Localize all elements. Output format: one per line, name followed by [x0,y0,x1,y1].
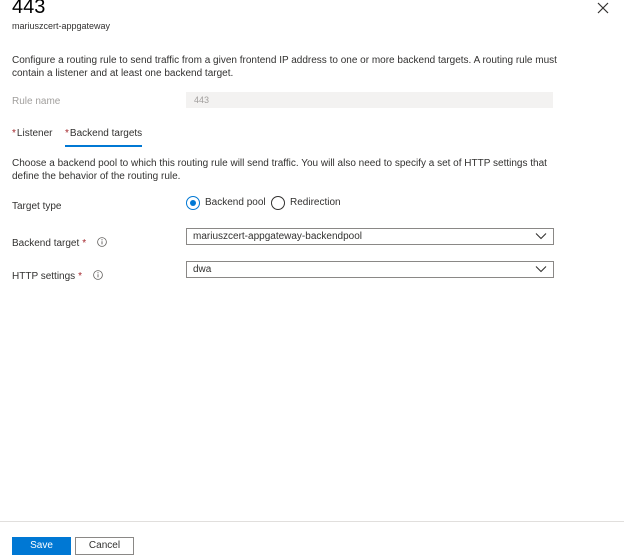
radio-label: Backend pool [205,197,266,208]
backend-target-label-text: Backend target [12,238,80,249]
dropdown-value: mariuszcert-appgateway-backendpool [193,231,362,242]
target-type-label: Target type [12,201,62,212]
footer-divider [0,521,624,522]
chevron-down-icon [535,266,547,273]
tab-label: Backend targets [69,128,143,139]
cancel-button[interactable]: Cancel [75,537,134,555]
radio-redirection[interactable]: Redirection [271,196,341,210]
radio-label: Redirection [290,197,341,208]
save-button[interactable]: Save [12,537,71,555]
dropdown-value: dwa [193,264,212,275]
info-icon[interactable] [97,237,107,247]
radio-unchecked-icon [271,196,285,210]
close-button[interactable] [596,1,610,15]
rule-name-label: Rule name [12,96,61,107]
http-settings-dropdown[interactable]: dwa [186,261,554,278]
required-marker: * [12,128,16,139]
routing-rule-panel: 443 mariuszcert-appgateway Configure a r… [0,0,624,558]
required-marker: * [65,128,69,139]
http-settings-label: HTTP settings * [12,270,103,283]
radio-backend-pool[interactable]: Backend pool [186,196,266,210]
rule-name-input[interactable]: 443 [186,92,553,108]
tab-listener[interactable]: *Listener [12,127,52,141]
required-marker: * [78,271,83,282]
panel-description: Configure a routing rule to send traffic… [12,55,557,79]
tab-label: Listener [16,128,53,139]
page-title: 443 [12,0,46,18]
http-settings-label-text: HTTP settings [12,271,76,282]
page-subtitle: mariuszcert-appgateway [12,21,111,31]
info-icon[interactable] [93,270,103,280]
close-icon [597,2,609,14]
required-marker: * [82,238,87,249]
tab-backend-targets[interactable]: *Backend targets [65,127,143,147]
backend-target-label: Backend target * [12,237,107,250]
radio-checked-icon [186,196,200,210]
chevron-down-icon [535,233,547,240]
backend-target-dropdown[interactable]: mariuszcert-appgateway-backendpool [186,228,554,245]
backend-targets-description: Choose a backend pool to which this rout… [12,158,547,182]
